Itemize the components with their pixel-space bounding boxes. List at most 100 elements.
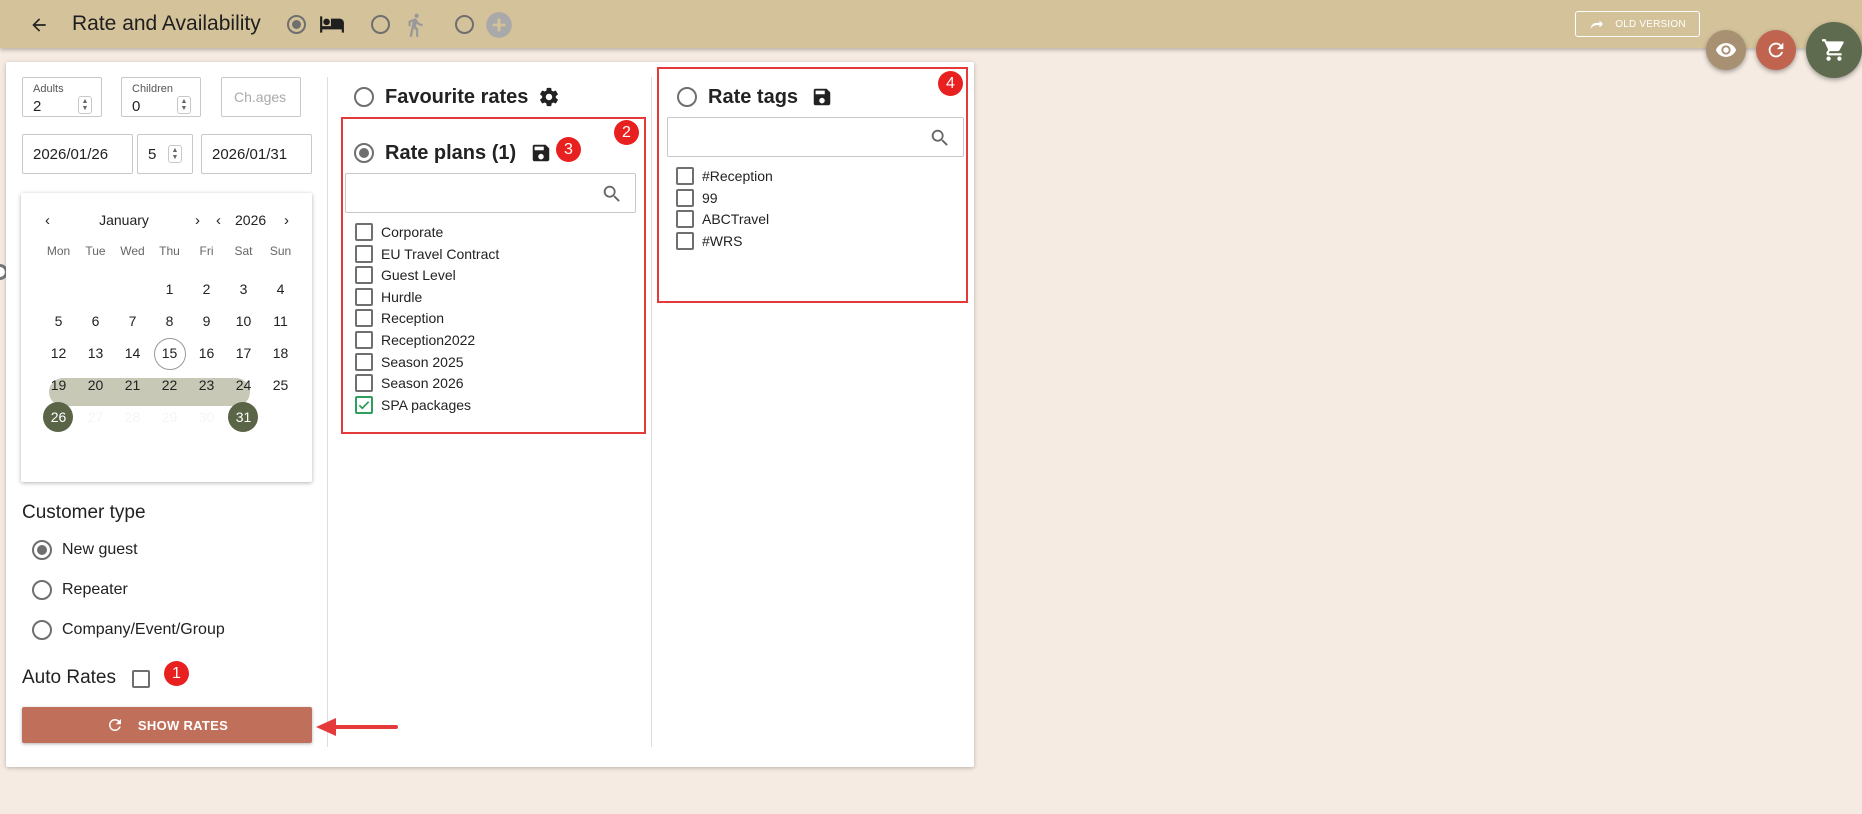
prev-year-button[interactable]: ‹ bbox=[216, 212, 221, 229]
item-checkbox[interactable] bbox=[355, 309, 373, 328]
refresh-button[interactable] bbox=[1756, 30, 1796, 70]
calendar-day[interactable]: 11 bbox=[262, 307, 299, 335]
rate-plans-label[interactable]: Rate plans (1) bbox=[385, 142, 516, 165]
show-rates-button[interactable]: SHOW RATES bbox=[22, 707, 312, 743]
nights-stepper[interactable]: ▲ ▼ bbox=[168, 145, 182, 163]
calendar-day[interactable]: 21 bbox=[114, 371, 151, 399]
calendar-day[interactable]: 3 bbox=[225, 275, 262, 303]
calendar-day[interactable]: 29 bbox=[151, 403, 188, 431]
app-header: Rate and Availability OLD VERSION bbox=[0, 0, 1862, 48]
rate-plans-radio[interactable] bbox=[354, 143, 374, 163]
preview-button[interactable] bbox=[1706, 30, 1746, 70]
customer-type-repeater-radio[interactable] bbox=[32, 580, 52, 600]
old-version-button[interactable]: OLD VERSION bbox=[1575, 11, 1700, 37]
calendar-day[interactable]: 22 bbox=[151, 371, 188, 399]
back-button[interactable] bbox=[26, 12, 52, 38]
adults-stepper[interactable]: ▲ ▼ bbox=[78, 96, 92, 114]
calendar-day[interactable]: 24 bbox=[225, 371, 262, 399]
customer-type-new-guest-label[interactable]: New guest bbox=[62, 541, 138, 559]
calendar-day[interactable]: 8 bbox=[151, 307, 188, 335]
calendar-day[interactable]: 7 bbox=[114, 307, 151, 335]
rate-tags-search-input[interactable] bbox=[667, 117, 964, 157]
item-checkbox[interactable] bbox=[676, 188, 694, 207]
rate-plans-search-input[interactable] bbox=[345, 173, 636, 213]
children-field[interactable]: Children 0 ▲ ▼ bbox=[121, 77, 201, 117]
nights-field[interactable]: 5 ▲ ▼ bbox=[137, 134, 193, 174]
next-year-button[interactable]: › bbox=[284, 212, 289, 229]
calendar-day[interactable]: 14 bbox=[114, 339, 151, 367]
child-ages-input[interactable]: Ch.ages bbox=[221, 77, 301, 117]
item-checkbox[interactable] bbox=[676, 167, 694, 185]
calendar-day[interactable]: 1 bbox=[151, 275, 188, 303]
customer-type-repeater-label[interactable]: Repeater bbox=[62, 581, 128, 599]
calendar-day-number: 15 bbox=[161, 345, 178, 361]
calendar-day[interactable]: 28 bbox=[114, 403, 151, 431]
gear-icon[interactable] bbox=[538, 86, 560, 108]
calendar-year[interactable]: 2026 bbox=[235, 212, 266, 228]
prev-month-button[interactable]: ‹ bbox=[45, 212, 50, 229]
date-range-calendar: ‹ January › ‹ 2026 › Mon Tue Wed Thu Fri… bbox=[21, 193, 312, 482]
mode-radio-extras[interactable] bbox=[455, 15, 474, 34]
calendar-day[interactable]: 10 bbox=[225, 307, 262, 335]
calendar-day[interactable]: 15 bbox=[151, 338, 188, 370]
item-checkbox[interactable] bbox=[355, 374, 373, 393]
save-icon[interactable] bbox=[530, 142, 552, 164]
calendar-day[interactable]: 25 bbox=[262, 371, 299, 399]
rate-tags-radio[interactable] bbox=[677, 87, 697, 107]
item-label: Corporate bbox=[381, 224, 444, 240]
customer-type-company-radio[interactable] bbox=[32, 620, 52, 640]
calendar-day[interactable]: 2 bbox=[188, 275, 225, 303]
calendar-day[interactable]: 16 bbox=[188, 339, 225, 367]
mode-radio-activities[interactable] bbox=[371, 15, 390, 34]
calendar-day[interactable]: 27 bbox=[77, 403, 114, 431]
calendar-day[interactable]: 17 bbox=[225, 339, 262, 367]
calendar-day[interactable]: 4 bbox=[262, 275, 299, 303]
calendar-day[interactable]: 26 bbox=[40, 402, 77, 432]
departure-date-input[interactable]: 2026/01/31 bbox=[201, 134, 312, 174]
item-checkbox[interactable] bbox=[355, 331, 373, 349]
calendar-day-number: 11 bbox=[273, 313, 288, 329]
item-checkbox[interactable] bbox=[355, 395, 373, 414]
mode-radio-rooms[interactable] bbox=[287, 15, 306, 34]
customer-type-company-label[interactable]: Company/Event/Group bbox=[62, 621, 225, 639]
rate-tags-label[interactable]: Rate tags bbox=[708, 86, 798, 109]
item-checkbox[interactable] bbox=[676, 231, 694, 250]
calendar-day[interactable]: 30 bbox=[188, 403, 225, 431]
favourite-rates-label[interactable]: Favourite rates bbox=[385, 86, 528, 109]
item-checkbox[interactable] bbox=[355, 223, 373, 241]
children-stepper[interactable]: ▲ ▼ bbox=[177, 96, 191, 114]
customer-type-title: Customer type bbox=[22, 502, 146, 523]
checkmark-icon bbox=[358, 400, 370, 410]
calendar-day[interactable]: 12 bbox=[40, 339, 77, 367]
search-icon bbox=[931, 129, 948, 146]
calendar-day[interactable]: 20 bbox=[77, 371, 114, 399]
calendar-day-number: 22 bbox=[161, 377, 178, 393]
customer-type-new-guest-radio[interactable] bbox=[32, 540, 52, 560]
item-checkbox[interactable] bbox=[355, 352, 373, 371]
column-divider bbox=[651, 77, 652, 747]
adults-field[interactable]: Adults 2 ▲ ▼ bbox=[22, 77, 102, 117]
calendar-day[interactable]: 18 bbox=[262, 339, 299, 367]
arrival-date-input[interactable]: 2026/01/26 bbox=[22, 134, 133, 174]
search-panel: Adults 2 ▲ ▼ Children 0 ▲ ▼ Ch.ages 2026/0… bbox=[6, 62, 974, 767]
cart-button[interactable] bbox=[1806, 22, 1862, 78]
item-checkbox[interactable] bbox=[355, 287, 373, 306]
item-checkbox[interactable] bbox=[355, 266, 373, 285]
save-icon[interactable] bbox=[811, 86, 833, 108]
calendar-day-number: 21 bbox=[124, 377, 141, 393]
redo-arrow-icon bbox=[1590, 20, 1604, 29]
calendar-day[interactable]: 13 bbox=[77, 339, 114, 367]
item-checkbox[interactable] bbox=[355, 244, 373, 263]
calendar-day[interactable]: 31 bbox=[225, 402, 262, 432]
calendar-day[interactable]: 23 bbox=[188, 371, 225, 399]
calendar-day[interactable]: 19 bbox=[40, 371, 77, 399]
annotation-badge-2: 2 bbox=[614, 120, 639, 145]
favourite-rates-radio[interactable] bbox=[354, 87, 374, 107]
calendar-month[interactable]: January bbox=[84, 212, 164, 228]
calendar-day[interactable]: 5 bbox=[40, 307, 77, 335]
calendar-day[interactable]: 9 bbox=[188, 307, 225, 335]
item-checkbox[interactable] bbox=[676, 210, 694, 229]
next-month-button[interactable]: › bbox=[195, 212, 200, 229]
calendar-day[interactable]: 6 bbox=[77, 307, 114, 335]
auto-rates-checkbox[interactable] bbox=[132, 670, 150, 688]
